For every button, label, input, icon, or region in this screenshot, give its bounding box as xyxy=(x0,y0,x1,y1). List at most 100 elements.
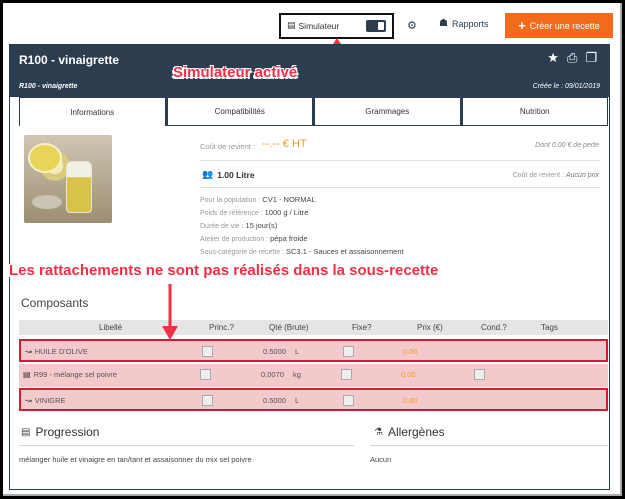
progression-text: mélanger huile et vinaigre en tan/tant e… xyxy=(19,455,252,464)
row-unit: kg xyxy=(293,370,301,379)
plus-icon: + xyxy=(518,18,526,33)
row-label: ↝ VINIGRE xyxy=(25,396,66,405)
simulator-label: Simulateur xyxy=(298,21,340,31)
workshop-label: Atelier de production : xyxy=(200,236,269,243)
simulator-switch[interactable] xyxy=(366,20,386,32)
row-unit: L xyxy=(295,396,300,405)
recipe-title: R100 - vinaigrette xyxy=(19,53,120,67)
principal-checkbox[interactable] xyxy=(200,369,211,380)
annotation-not-linked: Les rattachements ne sont pas réalisés d… xyxy=(9,262,439,279)
row-name: VINIGRE xyxy=(34,396,66,405)
allergenes-text: Aucun xyxy=(370,455,392,464)
row-price: 0.00 xyxy=(403,396,418,405)
fixe-checkbox[interactable] xyxy=(343,346,354,357)
recipe-details: Pour la population : CV1 - NORMAL Poids … xyxy=(200,194,404,259)
annotation-simulator-active: Simulateur activé xyxy=(173,64,298,81)
flask-icon: ⚗ xyxy=(374,426,383,438)
create-recipe-label: Créer une recette xyxy=(529,20,600,31)
simulator-toggle[interactable]: ▤ Simulateur xyxy=(279,13,394,39)
progression-label: Progression xyxy=(35,425,100,439)
created-date: Créée le : 09/01/2019 xyxy=(532,83,600,90)
principal-checkbox[interactable] xyxy=(202,346,213,357)
divider xyxy=(370,445,608,446)
row-qty: 0.5000 xyxy=(263,396,286,405)
recipe-tabs: Informations Compatibilités Grammages Nu… xyxy=(19,97,608,126)
reports-icon: ☗ xyxy=(439,18,448,29)
cost-label2: Coût de revient : xyxy=(512,172,564,179)
col-tags: Tags xyxy=(541,323,558,332)
composants-title: Composants xyxy=(21,296,89,310)
table-row[interactable]: ↝ HUILE D'OLIVE 0.5000 L 0.00 xyxy=(19,339,608,362)
lemon-shape xyxy=(28,143,62,173)
fixe-checkbox[interactable] xyxy=(341,369,352,380)
quantity: 👥 1.00 Litre xyxy=(202,170,255,180)
population-value: CV1 - NORMAL xyxy=(262,195,316,204)
population-label: Pour la population : xyxy=(200,197,261,204)
divider xyxy=(200,187,600,188)
weight-label: Poids de référence : xyxy=(200,210,263,217)
recipe-subtitle: R100 - vinaigrette xyxy=(19,83,78,90)
divider xyxy=(19,445,354,446)
table-row[interactable]: ↝ VINIGRE 0.5000 L 0.00 xyxy=(19,388,608,411)
cost-value: --.-- € HT xyxy=(262,138,307,150)
row-price: 0.00 xyxy=(403,347,418,356)
col-libelle: Libellé xyxy=(99,323,123,332)
subcategory-value: SC3.1 - Sauces et assaisonnement xyxy=(286,247,404,256)
spoon-shape xyxy=(32,195,62,209)
top-toolbar: ▤ Simulateur ⚙ ☗ Rapports + Créer une re… xyxy=(3,3,615,41)
create-recipe-button[interactable]: + Créer une recette xyxy=(505,13,613,38)
progression-title: ▤ Progression xyxy=(21,425,99,439)
fixe-checkbox[interactable] xyxy=(343,395,354,406)
row-label: ↝ HUILE D'OLIVE xyxy=(25,347,88,356)
calculator-icon: ▤ xyxy=(287,21,296,31)
subcategory-label: Sous-catégorie de recette : xyxy=(200,249,285,256)
tab-informations[interactable]: Informations xyxy=(19,97,166,126)
tab-nutrition[interactable]: Nutrition xyxy=(461,97,608,126)
row-label: ▤ R99 - mélange sel poivre xyxy=(23,370,117,379)
weight-value: 1000 g / Litre xyxy=(264,208,309,217)
copy-icon[interactable]: ❐ xyxy=(585,51,597,66)
gear-icon[interactable]: ⚙ xyxy=(407,19,417,32)
list-icon: ▤ xyxy=(21,426,31,438)
loss-text: Dont 0.00 € de perte xyxy=(535,142,599,149)
star-icon[interactable]: ★ xyxy=(547,51,559,66)
row-qty: 0.5000 xyxy=(263,347,286,356)
reports-label: Rapports xyxy=(451,18,489,29)
row-qty: 0.0070 xyxy=(261,370,284,379)
row-name: R99 - mélange sel poivre xyxy=(33,370,117,379)
header-actions: ★ ⎙ ❐ xyxy=(547,51,597,66)
cost-value2: Aucun prix xyxy=(565,172,599,179)
print-icon[interactable]: ⎙ xyxy=(567,51,577,66)
reports-button[interactable]: ☗ Rapports xyxy=(439,18,489,29)
principal-checkbox[interactable] xyxy=(202,395,213,406)
allergenes-title: ⚗ Allergènes xyxy=(374,425,445,439)
ingredient-icon: ↝ xyxy=(25,396,32,405)
workshop-value: pépa froide xyxy=(270,234,308,243)
allergenes-label: Allergènes xyxy=(387,425,445,439)
col-cond: Cond.? xyxy=(481,323,507,332)
cost-label: Coût de revient : xyxy=(200,142,256,151)
cost-per-portion: Coût de revient : Aucun prix xyxy=(513,172,599,179)
tab-grammages[interactable]: Grammages xyxy=(314,97,461,126)
col-principal: Princ.? xyxy=(209,323,234,332)
composants-header: Libellé Princ.? Qté (Brute) Fixe? Prix (… xyxy=(19,320,608,335)
row-unit: L xyxy=(295,347,300,356)
switch-knob xyxy=(378,22,384,30)
recipe-header: R100 - vinaigrette R100 - vinaigrette Cr… xyxy=(10,45,609,97)
recipe-photo xyxy=(24,135,112,223)
cond-checkbox[interactable] xyxy=(474,369,485,380)
col-prix: Prix (€) xyxy=(417,323,443,332)
annotation-arrow-components xyxy=(162,284,178,340)
people-icon: 👥 xyxy=(202,170,214,180)
col-quantity: Qté (Brute) xyxy=(269,323,309,332)
quantity-value: 1.00 Litre xyxy=(217,170,255,180)
ingredient-icon: ↝ xyxy=(25,347,32,356)
life-value: 15 jour(s) xyxy=(245,221,278,230)
divider xyxy=(200,160,600,161)
table-row[interactable]: ▤ R99 - mélange sel poivre 0.0070 kg 0.00 xyxy=(19,364,608,387)
row-name: HUILE D'OLIVE xyxy=(34,347,88,356)
tab-compatibilites[interactable]: Compatibilités xyxy=(166,97,313,126)
col-fixe: Fixe? xyxy=(352,323,372,332)
jar-shape xyxy=(66,161,92,213)
life-label: Durée de vie : xyxy=(200,223,244,230)
